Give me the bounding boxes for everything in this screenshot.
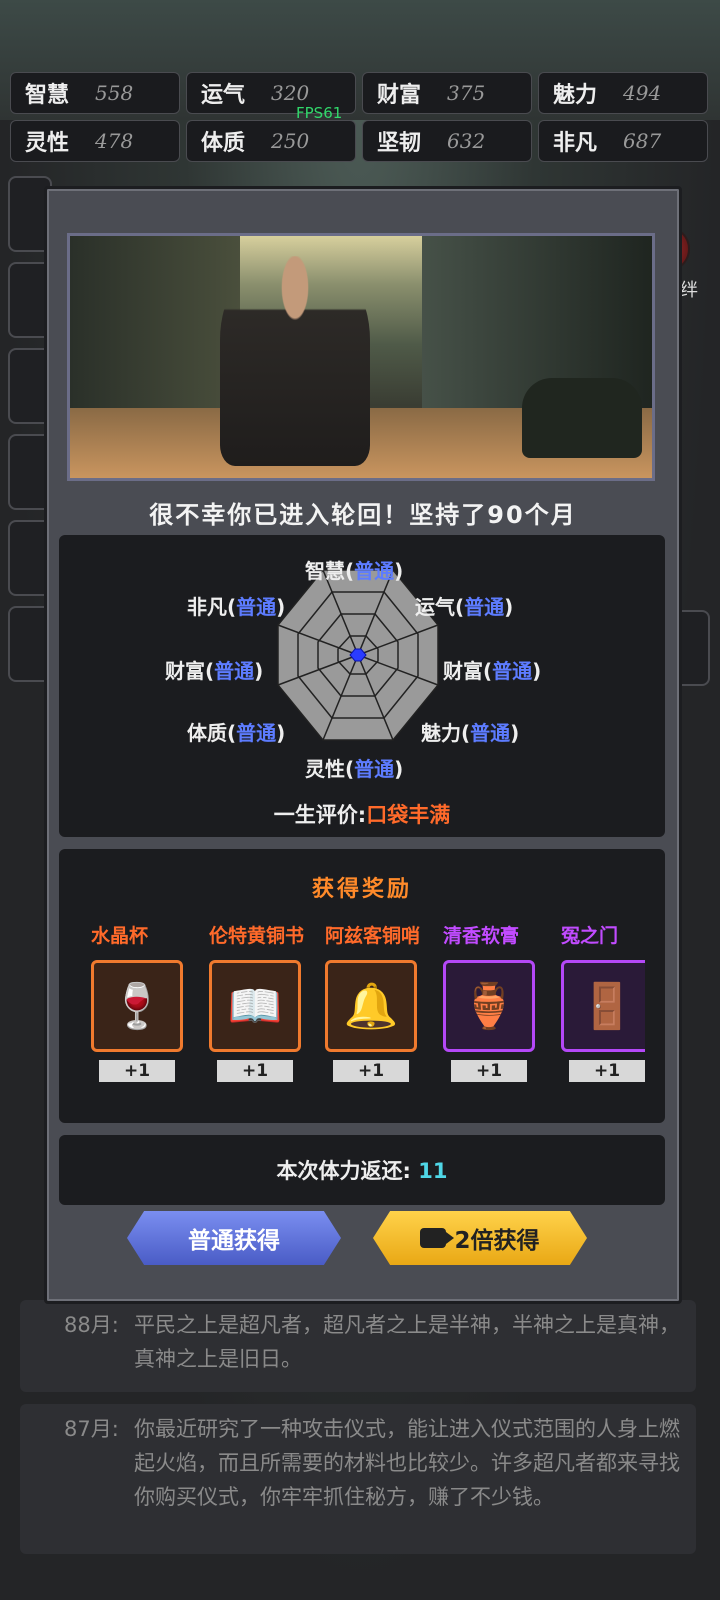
stat-spirit: 灵性 478 (10, 120, 180, 162)
reward-name: 阿兹客铜哨 (325, 925, 421, 947)
reward-count: +1 (333, 1060, 409, 1082)
life-evaluation: 一生评价:口袋丰满 (273, 803, 451, 827)
stamina-panel: 本次体力返还: 11 (59, 1135, 665, 1205)
radar-chart (277, 569, 439, 741)
reward-name: 伦特黄铜书 (209, 925, 305, 947)
reward-item[interactable]: 阿兹客铜哨 🔔 +1 (325, 921, 425, 1082)
stat-charm: 魅力 494 (538, 72, 708, 114)
reward-item[interactable]: 水晶杯 🍷 +1 (91, 921, 191, 1082)
radar-label-wealth-right: 财富(普通) (443, 659, 542, 683)
normal-claim-label: 普通获得 (188, 1228, 280, 1254)
stat-name: 智慧 (25, 83, 70, 108)
stat-value: 250 (271, 129, 310, 153)
whistle-icon: 🔔 (325, 960, 417, 1052)
log-entry: 88月: 平民之上是超凡者，超凡者之上是半神，半神之上是真神，真神之上是旧日。 (20, 1300, 696, 1392)
goblet-icon: 🍷 (91, 960, 183, 1052)
stat-name: 运气 (201, 83, 246, 108)
ointment-jar-icon: 🏺 (443, 960, 535, 1052)
reward-count: +1 (99, 1060, 175, 1082)
stat-wisdom: 智慧 558 (10, 72, 180, 114)
log-text: 平民之上是超凡者，超凡者之上是半神，半神之上是真神，真神之上是旧日。 (134, 1313, 680, 1371)
stat-value: 558 (95, 81, 134, 105)
radar-label-wisdom: 智慧(普通) (305, 559, 404, 583)
stat-name: 财富 (377, 83, 422, 108)
log-month: 88月: (64, 1313, 119, 1337)
reward-item[interactable]: 清香软膏 🏺 +1 (443, 921, 543, 1082)
stat-name: 非凡 (553, 131, 598, 156)
radar-label-spirit: 灵性(普通) (305, 757, 404, 781)
normal-claim-button[interactable]: 普通获得 (127, 1211, 341, 1265)
log-entry: 87月: 你最近研究了一种攻击仪式，能让进入仪式范围的人身上燃起火焰，而且所需要… (20, 1404, 696, 1554)
double-claim-label: 2倍获得 (454, 1228, 540, 1254)
reward-count: +1 (217, 1060, 293, 1082)
stat-value: 494 (623, 81, 662, 105)
reward-name: 清香软膏 (443, 925, 520, 947)
stat-constitution: 体质 250 (186, 120, 356, 162)
stat-name: 体质 (201, 131, 246, 156)
rewards-list[interactable]: 水晶杯 🍷 +1 伦特黄铜书 📖 +1 阿兹客铜哨 🔔 +1 清香软膏 🏺 +1… (59, 921, 645, 1111)
stat-name: 坚韧 (377, 131, 422, 156)
stat-value: 478 (95, 129, 134, 153)
stat-name: 灵性 (25, 131, 70, 156)
dialog-title: 很不幸你已进入轮回！坚持了90个月 (149, 501, 577, 529)
reward-count: +1 (451, 1060, 527, 1082)
stat-wealth: 财富 375 (362, 72, 532, 114)
door-icon: 🚪 (561, 960, 645, 1052)
double-claim-button[interactable]: 2倍获得 (373, 1211, 587, 1265)
stat-value: 320 (271, 81, 310, 105)
stats-grid: 智慧 558 运气 320 财富 375 魅力 494 灵性 478 体质 250 坚韧 63… (10, 72, 710, 168)
stamina-return: 本次体力返还: 11 (276, 1159, 448, 1183)
fps-counter: FPS61 (296, 104, 343, 122)
reward-item[interactable]: 伦特黄铜书 📖 +1 (209, 921, 309, 1082)
book-icon: 📖 (209, 960, 301, 1052)
stat-toughness: 坚韧 632 (362, 120, 532, 162)
attribute-radar-panel: 智慧(普通) 运气(普通) 财富(普通) 魅力(普通) 灵性(普通) 体质(普通… (59, 535, 665, 837)
reward-count: +1 (569, 1060, 645, 1082)
rewards-title: 获得奖励 (311, 877, 412, 902)
reward-name: 冤之门 (561, 925, 619, 947)
stat-extraordinary: 非凡 687 (538, 120, 708, 162)
stat-name: 魅力 (553, 83, 598, 108)
radar-label-constitution: 体质(普通) (187, 721, 286, 745)
radar-label-charm: 魅力(普通) (421, 721, 520, 745)
reincarnation-dialog: 很不幸你已进入轮回！坚持了90个月 智慧(普通) 运气(普通) 财富(普通) 魅… (44, 186, 682, 1304)
stat-value: 687 (623, 129, 662, 153)
radar-label-wealth-left: 财富(普通) (165, 659, 264, 683)
story-illustration (67, 233, 655, 481)
radar-label-extraordinary: 非凡(普通) (187, 595, 286, 619)
radar-label-luck: 运气(普通) (415, 595, 514, 619)
rewards-panel: 获得奖励 水晶杯 🍷 +1 伦特黄铜书 📖 +1 阿兹客铜哨 🔔 +1 清香软膏… (59, 849, 665, 1123)
log-month: 87月: (64, 1417, 119, 1441)
stat-value: 632 (447, 129, 486, 153)
log-text: 你最近研究了一种攻击仪式，能让进入仪式范围的人身上燃起火焰，而且所需要的材料也比… (134, 1417, 680, 1509)
reward-item[interactable]: 冤之门 🚪 +1 (561, 921, 645, 1082)
video-camera-icon (420, 1228, 455, 1248)
reward-name: 水晶杯 (91, 925, 149, 947)
stat-value: 375 (447, 81, 486, 105)
